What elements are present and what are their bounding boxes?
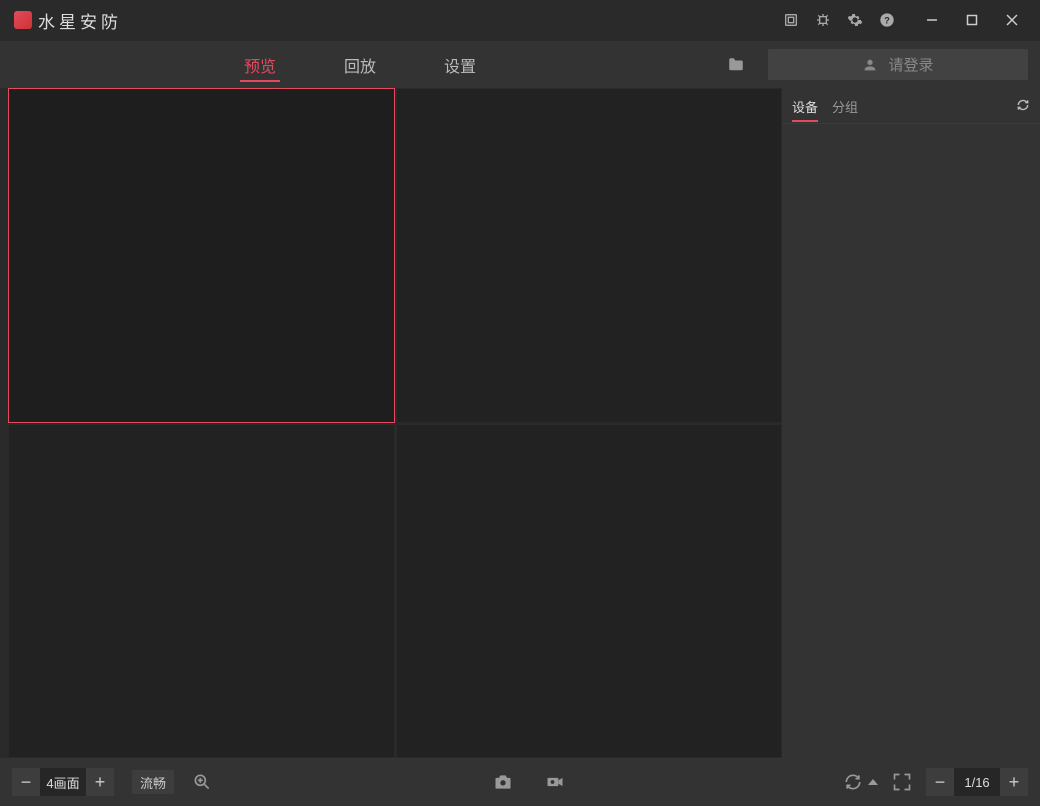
header: 预览 回放 设置 请登录 [0, 40, 1040, 88]
cycle-control[interactable] [842, 768, 878, 796]
app-logo-icon [14, 11, 32, 29]
video-grid [8, 88, 782, 758]
video-cell-1[interactable] [8, 88, 395, 423]
login-label: 请登录 [888, 54, 933, 75]
tab-settings[interactable]: 设置 [410, 41, 510, 88]
svg-text:?: ? [884, 15, 890, 25]
side-tabs: 设备 分组 [782, 88, 1040, 124]
folder-icon[interactable] [716, 41, 756, 88]
center-tools [489, 768, 569, 796]
page-prev-button[interactable]: − [926, 768, 954, 796]
video-cell-3[interactable] [8, 424, 395, 759]
maximize-button[interactable] [952, 0, 992, 40]
user-icon [862, 57, 878, 73]
page-value: 1/16 [954, 768, 1000, 796]
layout-decrease-button[interactable]: − [12, 768, 40, 796]
video-cell-2[interactable] [396, 88, 783, 423]
main-tabs: 预览 回放 设置 [210, 41, 510, 88]
app-title: 水星安防 [38, 8, 122, 33]
help-icon[interactable]: ? [878, 11, 896, 29]
tab-preview[interactable]: 预览 [210, 41, 310, 88]
refresh-icon[interactable] [1016, 98, 1030, 121]
gear-icon[interactable] [846, 11, 864, 29]
bottom-toolbar: − 4画面 + 流畅 − 1/16 + [0, 758, 1040, 806]
app-logo: 水星安防 [14, 8, 122, 33]
close-button[interactable] [992, 0, 1032, 40]
page-stepper: − 1/16 + [926, 768, 1028, 796]
record-icon[interactable] [541, 768, 569, 796]
side-tab-groups[interactable]: 分组 [832, 97, 858, 122]
main: 设备 分组 [0, 88, 1040, 758]
fullscreen-icon[interactable] [888, 768, 916, 796]
snapshot-icon[interactable] [489, 768, 517, 796]
chevron-up-icon [868, 779, 878, 785]
side-panel: 设备 分组 [782, 88, 1040, 758]
layout-stepper: − 4画面 + [12, 768, 114, 796]
minimize-button[interactable] [912, 0, 952, 40]
page-next-button[interactable]: + [1000, 768, 1028, 796]
quality-button[interactable]: 流畅 [132, 770, 174, 794]
layout-value: 4画面 [40, 768, 86, 796]
screenshot-icon[interactable] [782, 11, 800, 29]
titlebar-utility-icons: ? [782, 11, 896, 29]
right-tools: − 1/16 + [842, 768, 1028, 796]
tab-playback[interactable]: 回放 [310, 41, 410, 88]
video-grid-area [0, 88, 782, 758]
zoom-in-icon[interactable] [188, 768, 216, 796]
layout-increase-button[interactable]: + [86, 768, 114, 796]
video-cell-4[interactable] [396, 424, 783, 759]
window-controls [912, 0, 1032, 40]
device-list [782, 124, 1040, 758]
titlebar: 水星安防 ? [0, 0, 1040, 40]
cpu-icon[interactable] [814, 11, 832, 29]
login-button[interactable]: 请登录 [768, 49, 1028, 80]
cycle-icon [842, 768, 864, 796]
side-tab-devices[interactable]: 设备 [792, 97, 818, 122]
